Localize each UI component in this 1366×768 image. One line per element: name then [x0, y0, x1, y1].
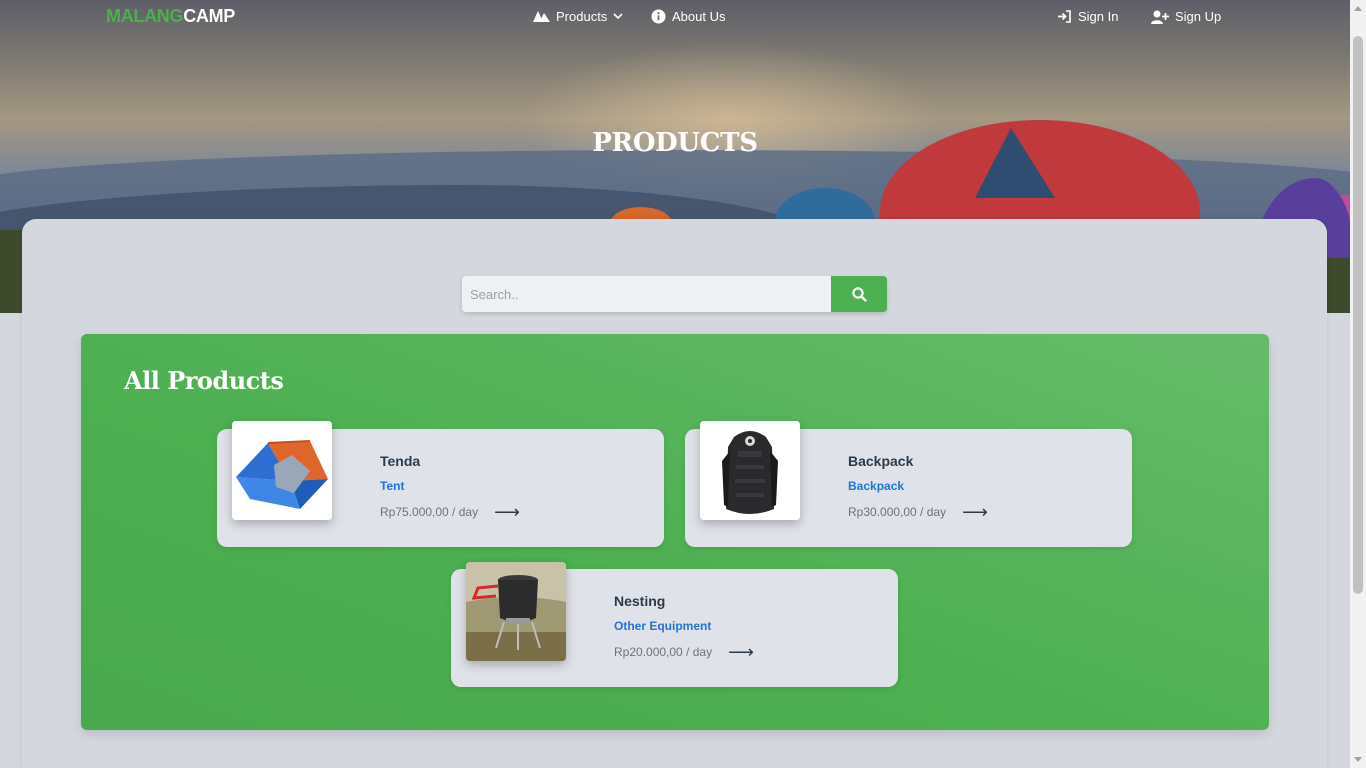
nav-about-label: About Us: [672, 9, 726, 24]
sign-in-icon: [1058, 10, 1071, 23]
product-price-row: Rp75.000,00 / day ⟶: [380, 503, 520, 521]
nav-products-dropdown[interactable]: Products: [533, 9, 623, 24]
nav-about[interactable]: About Us: [651, 9, 725, 24]
user-plus-icon: [1151, 10, 1169, 24]
arrow-right-icon[interactable]: ⟶: [728, 643, 754, 661]
page-scrollbar[interactable]: [1350, 0, 1366, 768]
product-category-link[interactable]: Other Equipment: [614, 619, 711, 633]
product-price-row: Rp30.000,00 / day ⟶: [848, 503, 988, 521]
nav-signup[interactable]: Sign Up: [1151, 9, 1221, 24]
brand-logo[interactable]: MALANGCAMP: [106, 6, 235, 27]
tents-icon: [533, 11, 550, 22]
search-icon: [851, 286, 867, 302]
top-navbar: MALANGCAMP Products About Us Sign In Sig…: [0, 0, 1350, 34]
product-price: Rp30.000,00 / day: [848, 505, 947, 519]
nav-signin-label: Sign In: [1078, 9, 1119, 24]
chevron-down-icon: [613, 13, 623, 20]
scroll-down-arrow-icon[interactable]: [1354, 757, 1362, 762]
search-input[interactable]: [462, 276, 831, 312]
brand-logo-part1: MALANG: [106, 6, 184, 26]
section-title: All Products: [124, 366, 284, 395]
product-name: Nesting: [614, 593, 666, 609]
product-category-link[interactable]: Backpack: [848, 479, 904, 493]
search-bar: [462, 276, 887, 312]
product-price: Rp20.000,00 / day: [614, 645, 713, 659]
scrollbar-thumb[interactable]: [1353, 36, 1363, 594]
product-name: Tenda: [380, 453, 421, 469]
nav-signup-label: Sign Up: [1175, 9, 1222, 24]
product-image-tent: [232, 421, 332, 520]
nav-products-label: Products: [556, 9, 608, 24]
product-price: Rp75.000,00 / day: [380, 505, 479, 519]
arrow-right-icon[interactable]: ⟶: [962, 503, 988, 521]
product-category-link[interactable]: Tent: [380, 479, 404, 493]
scroll-up-arrow-icon[interactable]: [1354, 6, 1362, 11]
brand-logo-part2: CAMP: [183, 6, 235, 26]
product-image-backpack: [700, 421, 800, 520]
page-title: PRODUCTS: [592, 128, 758, 158]
search-button[interactable]: [831, 276, 887, 312]
arrow-right-icon[interactable]: ⟶: [494, 503, 520, 521]
nav-signin[interactable]: Sign In: [1057, 9, 1118, 24]
info-circle-icon: [651, 9, 666, 24]
product-name: Backpack: [848, 453, 914, 469]
product-price-row: Rp20.000,00 / day ⟶: [614, 643, 754, 661]
product-image-nesting: [466, 562, 566, 661]
